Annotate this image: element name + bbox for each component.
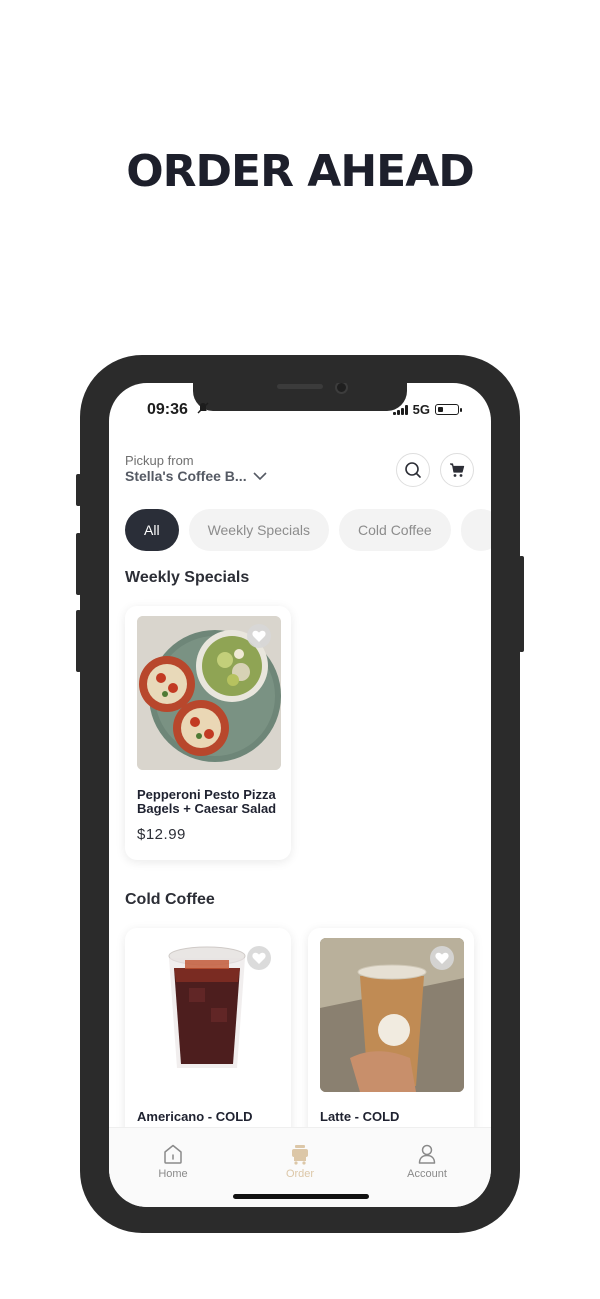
signal-icon xyxy=(392,404,408,415)
section-title-weekly: Weekly Specials xyxy=(125,569,250,586)
status-time: 09:36 xyxy=(147,401,188,418)
page-headline: ORDER AHEAD xyxy=(126,146,475,197)
heart-icon xyxy=(435,952,449,964)
nav-order[interactable]: Order xyxy=(255,1142,345,1180)
store-name: Stella's Coffee B... xyxy=(125,468,247,484)
nav-order-label: Order xyxy=(285,1168,315,1180)
favorite-button[interactable] xyxy=(247,946,271,970)
nav-home-label: Home xyxy=(158,1168,188,1180)
favorite-button[interactable] xyxy=(430,946,454,970)
product-card-pizza-bagels[interactable]: Pepperoni Pesto Pizza Bagels + Caesar Sa… xyxy=(125,606,291,860)
search-icon xyxy=(405,462,421,478)
chip-weekly-specials[interactable]: Weekly Specials xyxy=(188,509,330,551)
front-camera xyxy=(335,383,348,394)
nav-account[interactable]: Account xyxy=(382,1142,472,1180)
phone-screen: 09:36 5G Pickup from Stella's Coffee B..… xyxy=(109,383,491,1207)
chip-cold-coffee[interactable]: Cold Coffee xyxy=(339,509,451,551)
order-icon xyxy=(292,1145,308,1165)
speaker xyxy=(277,384,323,389)
product-name-line2: Bagels + Caesar Salad xyxy=(137,801,277,816)
product-name: Americano - COLD xyxy=(137,1109,253,1124)
nav-account-label: Account xyxy=(407,1168,447,1180)
store-selector[interactable]: Stella's Coffee B... xyxy=(125,468,267,484)
pickup-label: Pickup from xyxy=(125,453,194,468)
heart-icon xyxy=(252,952,266,964)
notch xyxy=(193,383,407,411)
home-icon xyxy=(164,1144,182,1164)
account-icon xyxy=(418,1144,436,1164)
battery-icon xyxy=(435,404,462,415)
nav-home[interactable]: Home xyxy=(128,1142,218,1180)
cart-icon xyxy=(450,463,465,477)
cart-button[interactable] xyxy=(440,453,474,487)
product-name-line1: Pepperoni Pesto Pizza xyxy=(137,787,276,802)
section-title-cold-coffee: Cold Coffee xyxy=(125,891,215,908)
status-indicators: 5G xyxy=(392,402,462,417)
chip-more[interactable] xyxy=(460,509,491,551)
category-tabs: All Weekly Specials Cold Coffee xyxy=(125,509,491,551)
search-button[interactable] xyxy=(396,453,430,487)
heart-icon xyxy=(252,630,266,642)
favorite-button[interactable] xyxy=(247,624,271,648)
network-label: 5G xyxy=(412,402,430,417)
product-name: Latte - COLD xyxy=(320,1109,400,1124)
chip-all[interactable]: All xyxy=(125,509,179,551)
chevron-down-icon xyxy=(253,471,267,480)
silent-bell-icon xyxy=(197,402,209,417)
product-price: $12.99 xyxy=(137,826,186,843)
home-indicator xyxy=(233,1194,369,1199)
